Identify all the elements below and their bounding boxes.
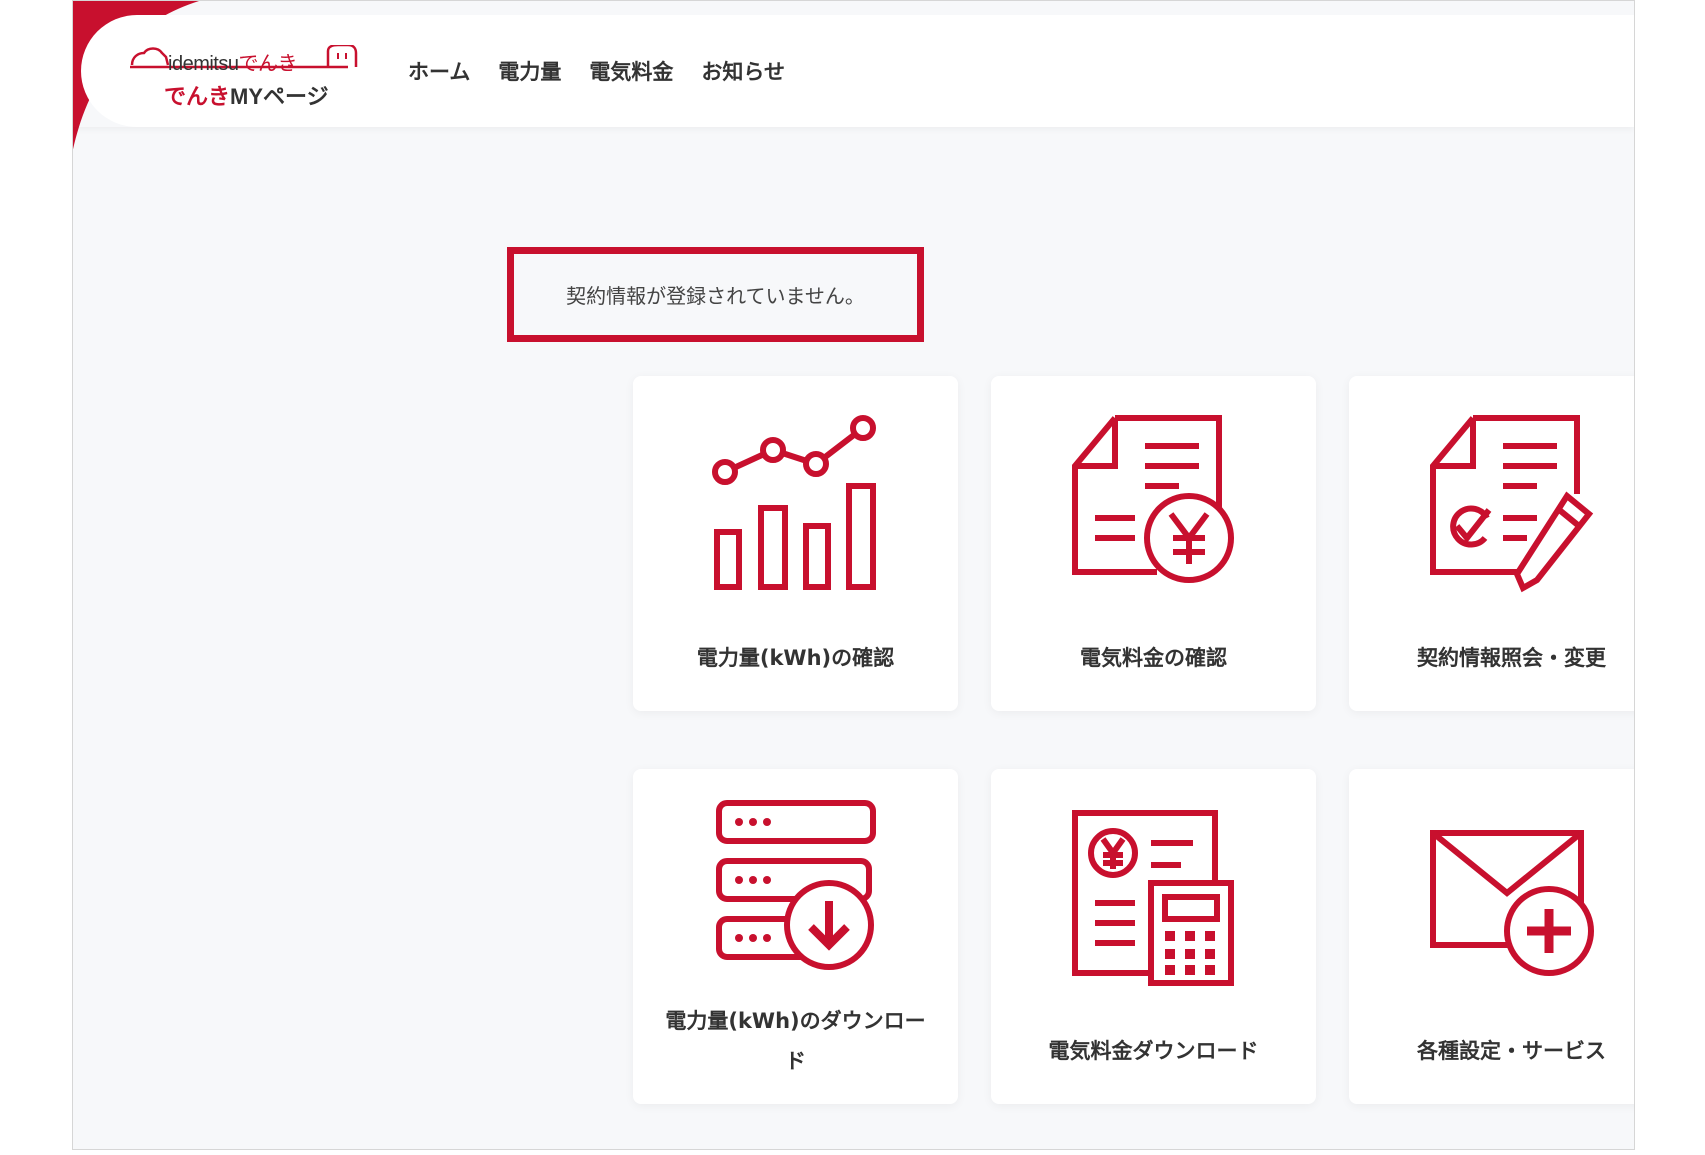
nav-bill[interactable]: 電気料金 [589,56,673,86]
usage-download-icon [715,800,876,970]
contract-edit-icon [1429,415,1593,593]
bill-calculator-icon [1071,810,1234,986]
site-logo[interactable]: idemitsuでんき でんきMYページ [128,45,368,111]
nav-news[interactable]: お知らせ [701,56,785,86]
card-label: 電力量(kWh)のダウンロード [665,1009,926,1073]
card-label: 各種設定・サービス [1417,1039,1606,1063]
notice-box: 契約情報が登録されていません。 [507,247,924,342]
usage-chart-icon [711,415,876,590]
nav-home[interactable]: ホーム [408,56,470,86]
card-label: 契約情報照会・変更 [1417,646,1606,670]
nav-usage[interactable]: 電力量 [498,56,561,86]
card-label: 電気料金ダウンロード [1048,1039,1259,1063]
card-settings[interactable]: 各種設定・サービス [1349,769,1634,1104]
logo-brand-bottom: でんきMYページ [164,84,329,109]
card-label: 電力量(kWh)の確認 [696,646,895,670]
card-bill-download[interactable]: 電気料金ダウンロード [991,769,1316,1104]
site-header: idemitsuでんき でんきMYページ ホーム 電力量 電気料金 お知らせ [73,1,1634,127]
card-contract[interactable]: 契約情報照会・変更 [1349,376,1634,711]
bill-yen-icon [1071,415,1234,583]
card-usage-download[interactable]: 電力量(kWh)のダウンロード [633,769,958,1104]
card-label: 電気料金の確認 [1080,646,1227,670]
logo-brand-top: idemitsuでんき [168,53,297,75]
card-usage-check[interactable]: 電力量(kWh)の確認 [633,376,958,711]
main-nav: ホーム 電力量 電気料金 お知らせ [408,56,785,86]
notice-text: 契約情報が登録されていません。 [566,284,865,308]
page-frame: idemitsuでんき でんきMYページ ホーム 電力量 電気料金 お知らせ 契… [72,0,1635,1150]
card-bill-check[interactable]: 電気料金の確認 [991,376,1316,711]
mail-add-icon [1429,830,1594,976]
